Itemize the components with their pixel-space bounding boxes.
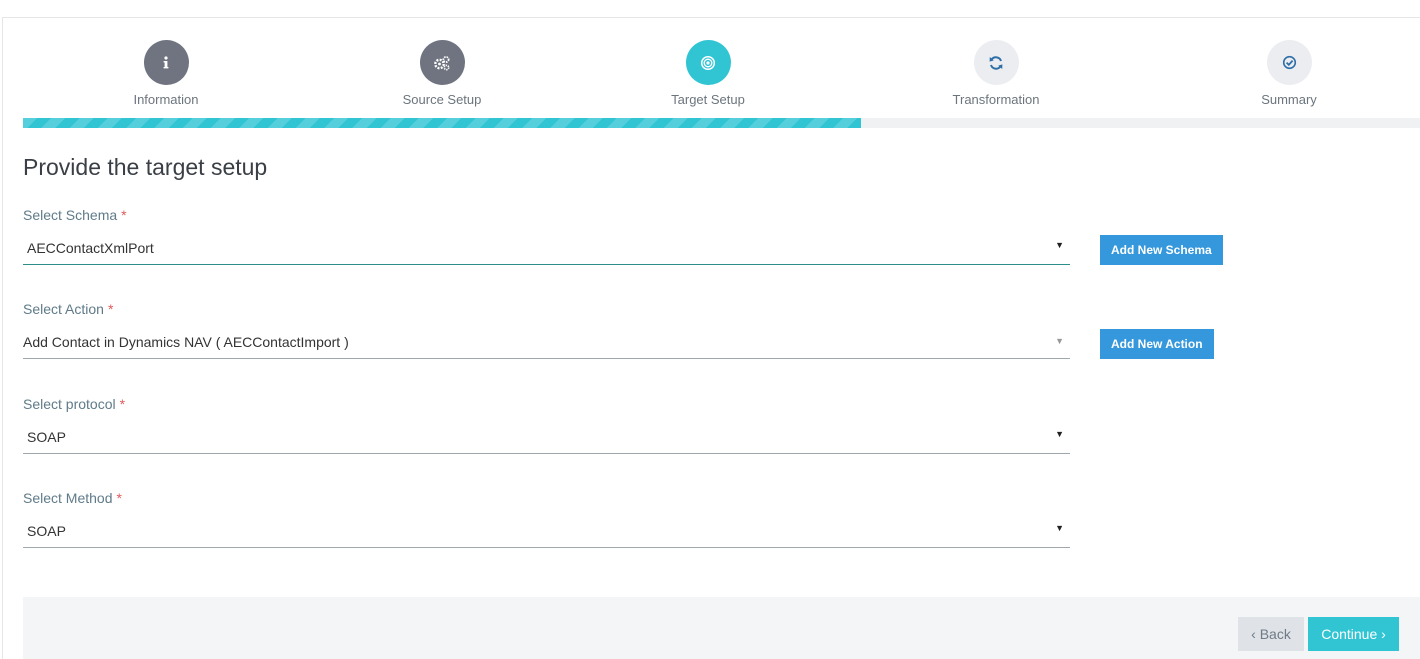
step-label: Source Setup	[402, 92, 482, 107]
gears-icon	[419, 40, 465, 85]
action-label-text: Select Action	[23, 301, 104, 317]
wizard-footer	[23, 597, 1420, 659]
step-label: Summary	[1261, 92, 1317, 107]
add-new-schema-button[interactable]: Add New Schema	[1100, 235, 1223, 265]
step-summary[interactable]: Summary	[1209, 40, 1369, 107]
schema-select-value: AECContactXmlPort	[27, 240, 154, 256]
schema-field-label: Select Schema *	[23, 207, 127, 223]
protocol-label-text: Select protocol	[23, 396, 116, 412]
method-select-value: SOAP	[27, 523, 66, 539]
protocol-select[interactable]: SOAP ▼	[23, 420, 1070, 454]
caret-down-icon: ▼	[1055, 336, 1064, 346]
step-transformation[interactable]: Transformation	[916, 40, 1076, 107]
required-marker: *	[116, 490, 122, 506]
required-marker: *	[121, 207, 127, 223]
page-title: Provide the target setup	[23, 154, 268, 180]
required-marker: *	[119, 396, 126, 412]
add-new-action-button[interactable]: Add New Action	[1100, 329, 1214, 359]
back-button[interactable]: ‹ Back	[1238, 617, 1304, 651]
schema-label-text: Select Schema	[23, 207, 118, 223]
step-information[interactable]: Information	[86, 40, 246, 107]
required-marker: *	[107, 301, 114, 317]
method-field-label: Select Method *	[23, 490, 122, 506]
wizard-progress-fill	[23, 118, 861, 128]
check-circle-icon	[1266, 40, 1312, 85]
step-label: Target Setup	[671, 92, 745, 107]
step-target-setup[interactable]: Target Setup	[628, 40, 788, 107]
caret-down-icon: ▼	[1055, 240, 1064, 250]
step-source-setup[interactable]: Source Setup	[362, 40, 522, 107]
action-select[interactable]: Add Contact in Dynamics NAV ( AECContact…	[23, 325, 1070, 359]
refresh-icon	[973, 40, 1019, 85]
protocol-select-value: SOAP	[27, 429, 66, 445]
wizard-progress-bar	[23, 118, 1420, 128]
step-label: Information	[133, 92, 199, 107]
info-icon	[143, 40, 189, 85]
step-label: Transformation	[952, 92, 1040, 107]
method-label-text: Select Method	[23, 490, 113, 506]
continue-button[interactable]: Continue ›	[1308, 617, 1399, 651]
target-icon	[685, 40, 731, 85]
caret-down-icon: ▼	[1055, 523, 1064, 533]
caret-down-icon: ▼	[1055, 429, 1064, 439]
method-select[interactable]: SOAP ▼	[23, 514, 1070, 548]
action-field-label: Select Action *	[23, 301, 113, 317]
schema-select[interactable]: AECContactXmlPort ▼	[23, 231, 1070, 265]
action-select-value: Add Contact in Dynamics NAV ( AECContact…	[23, 334, 349, 350]
protocol-field-label: Select protocol *	[23, 396, 125, 412]
